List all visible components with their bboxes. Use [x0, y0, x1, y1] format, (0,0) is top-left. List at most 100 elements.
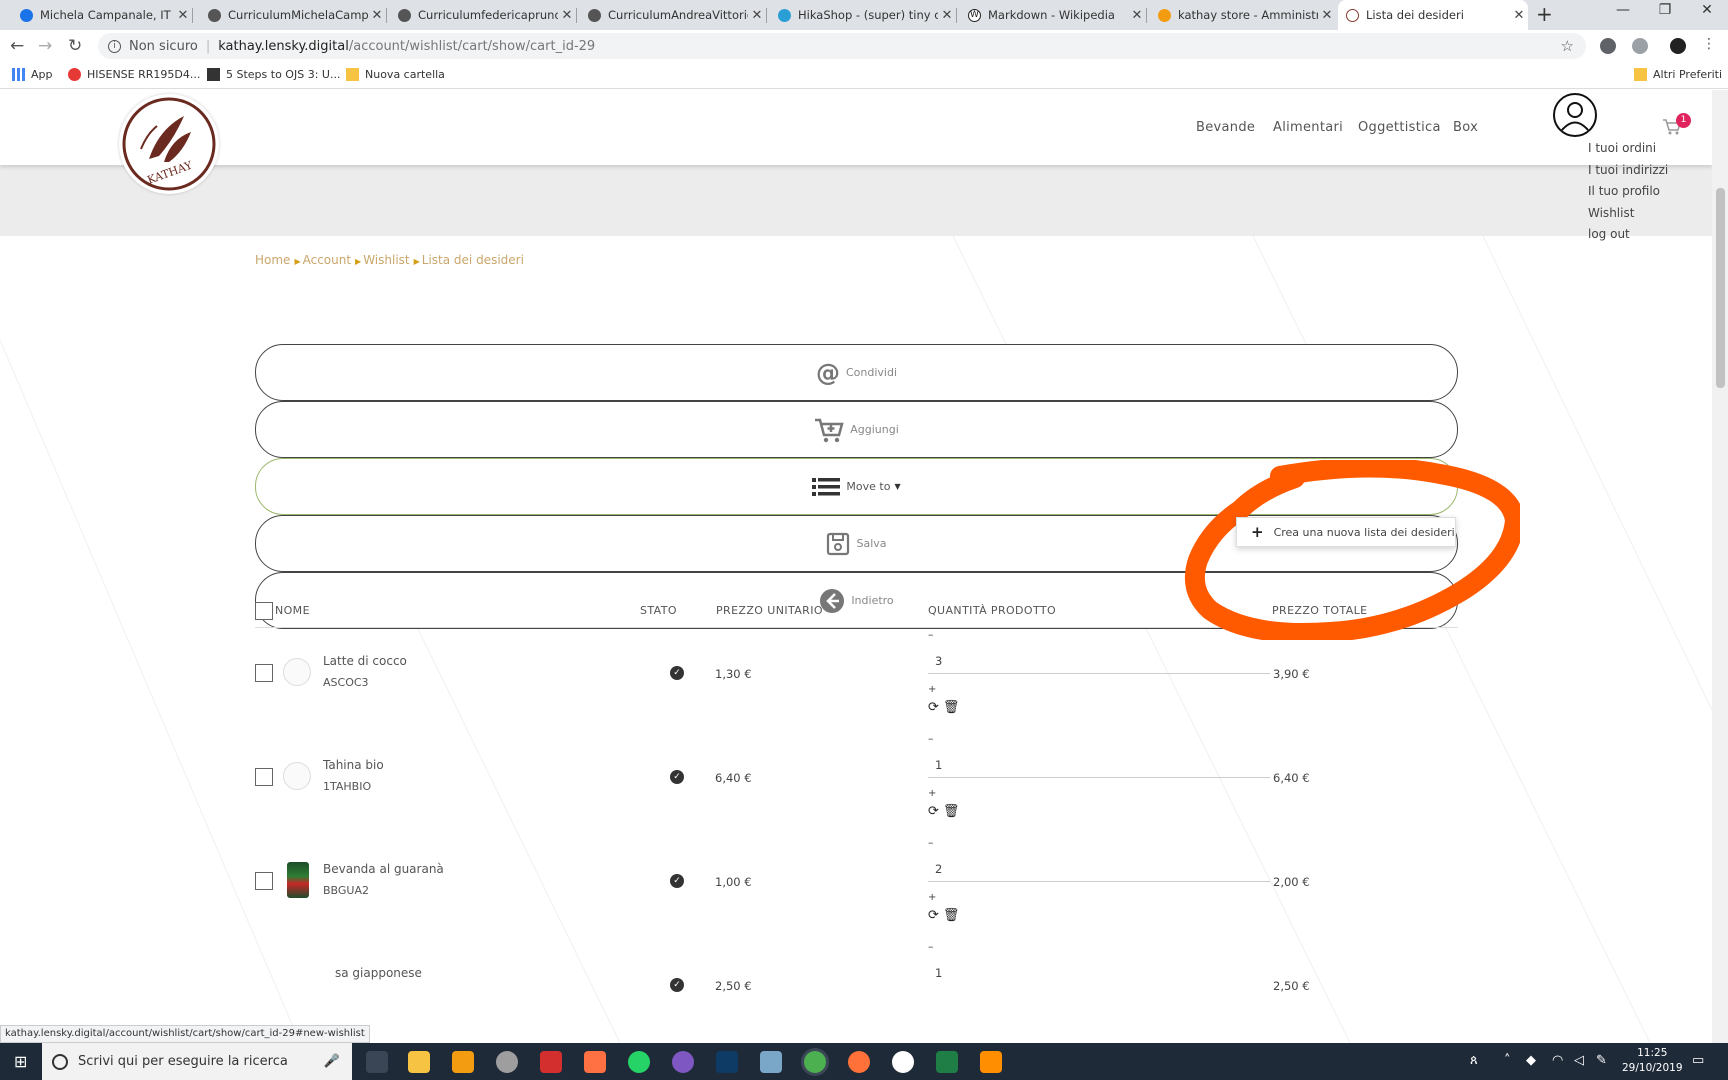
- menu-item-logout[interactable]: log out: [1588, 224, 1668, 246]
- file-explorer-icon[interactable]: [408, 1051, 430, 1073]
- wifi-icon[interactable]: ◠: [1552, 1053, 1563, 1068]
- product-name[interactable]: sa giapponese: [335, 966, 422, 980]
- menu-dots-icon[interactable]: ⋮: [1702, 36, 1716, 52]
- people-icon[interactable]: ጰ: [1470, 1053, 1478, 1068]
- notification-icon[interactable]: ▭: [1692, 1053, 1704, 1068]
- browser-tab[interactable]: Michela Campanale, IT - De ✕: [12, 0, 193, 30]
- qty-increase-button[interactable]: +: [928, 788, 936, 799]
- user-account-icon[interactable]: [1553, 93, 1597, 137]
- browser-tab[interactable]: HikaShop - (super) tiny con ✕: [770, 0, 957, 30]
- new-tab-button[interactable]: +: [1536, 2, 1553, 26]
- qty-increase-button[interactable]: +: [928, 684, 936, 695]
- chrome-icon[interactable]: [804, 1051, 826, 1073]
- trash-icon[interactable]: 🗑: [943, 908, 960, 923]
- close-icon[interactable]: ✕: [368, 8, 386, 23]
- bookmark-star-icon[interactable]: ☆: [1561, 37, 1574, 55]
- qty-increase-button[interactable]: +: [928, 892, 936, 903]
- back-arrow-icon[interactable]: ←: [10, 36, 24, 56]
- chevron-up-icon[interactable]: ˄: [1504, 1053, 1511, 1068]
- add-button[interactable]: Aggiungi: [255, 401, 1458, 458]
- address-bar[interactable]: i Non sicuro | kathay.lensky.digital /ac…: [98, 33, 1586, 59]
- bookmark-apps[interactable]: App: [12, 68, 53, 81]
- app-icon[interactable]: [980, 1051, 1002, 1073]
- product-thumbnail[interactable]: [283, 658, 311, 686]
- row-checkbox[interactable]: [255, 664, 273, 682]
- profile-avatar-icon[interactable]: [1670, 38, 1686, 54]
- firefox-icon[interactable]: [848, 1051, 870, 1073]
- bookmark-ojs[interactable]: 5 Steps to OJS 3: U...: [207, 68, 340, 81]
- excel-icon[interactable]: [936, 1051, 958, 1073]
- row-checkbox[interactable]: [255, 872, 273, 890]
- product-name[interactable]: Tahina bio: [323, 758, 384, 772]
- qty-input[interactable]: 3: [935, 654, 942, 668]
- photoshop-icon[interactable]: [716, 1051, 738, 1073]
- nav-oggettistica[interactable]: Oggettistica: [1358, 120, 1441, 135]
- product-name[interactable]: Latte di cocco: [323, 654, 407, 668]
- browser-tab[interactable]: CurriculumAndreaVittorio.p ✕: [580, 0, 767, 30]
- qty-input[interactable]: 1: [935, 966, 942, 980]
- acrobat-icon[interactable]: [540, 1051, 562, 1073]
- menu-item-wishlist[interactable]: Wishlist: [1588, 203, 1668, 225]
- volume-icon[interactable]: ◁: [1574, 1053, 1584, 1068]
- microphone-icon[interactable]: 🎤: [324, 1054, 340, 1069]
- close-icon[interactable]: ✕: [1510, 8, 1528, 23]
- browser-tab[interactable]: W Markdown - Wikipedia ✕: [960, 0, 1147, 30]
- whatsapp-icon[interactable]: [628, 1051, 650, 1073]
- row-checkbox[interactable]: [255, 768, 273, 786]
- app-icon[interactable]: [496, 1051, 518, 1073]
- task-view-icon[interactable]: [366, 1051, 388, 1073]
- outlook-icon[interactable]: [452, 1051, 474, 1073]
- kathay-logo[interactable]: KATHAY: [119, 94, 219, 194]
- qty-decrease-button[interactable]: –: [928, 940, 934, 953]
- bookmark-other[interactable]: Altri Preferiti: [1634, 68, 1722, 81]
- new-wishlist-menu-item[interactable]: + Crea una nuova lista dei desideri: [1236, 517, 1456, 547]
- close-icon[interactable]: ✕: [558, 8, 576, 23]
- skype-icon[interactable]: [672, 1051, 694, 1073]
- extension-icon[interactable]: [1632, 38, 1648, 54]
- menu-item-orders[interactable]: I tuoi ordini: [1588, 138, 1668, 160]
- taskbar-search[interactable]: Scrivi qui per eseguire la ricerca 🎤: [42, 1043, 352, 1080]
- windows-start-icon[interactable]: ⊞: [14, 1052, 27, 1071]
- product-name[interactable]: Bevanda al guaranà: [323, 862, 444, 876]
- share-button[interactable]: @ Condividi: [255, 344, 1458, 401]
- reload-icon[interactable]: ↻: [68, 36, 82, 56]
- trash-icon[interactable]: 🗑: [943, 804, 960, 819]
- bookmark-hisense[interactable]: HISENSE RR195D4...: [68, 68, 200, 81]
- nav-box[interactable]: Box: [1453, 120, 1478, 135]
- nav-alimentari[interactable]: Alimentari: [1273, 120, 1343, 135]
- extension-icon[interactable]: [1600, 38, 1616, 54]
- menu-item-addresses[interactable]: I tuoi indirizzi: [1588, 160, 1668, 182]
- close-icon[interactable]: ✕: [748, 8, 766, 23]
- close-window-button[interactable]: ✕: [1684, 2, 1728, 18]
- browser-tab-active[interactable]: Lista dei desideri ✕: [1338, 0, 1528, 30]
- refresh-icon[interactable]: ⟳: [928, 804, 939, 819]
- product-thumbnail[interactable]: [287, 862, 309, 898]
- dropbox-icon[interactable]: ◆: [1526, 1053, 1536, 1068]
- menu-item-profile[interactable]: Il tuo profilo: [1588, 181, 1668, 203]
- product-thumbnail[interactable]: [283, 762, 311, 790]
- browser-tab[interactable]: kathay store - Amministrazi ✕: [1150, 0, 1336, 30]
- qty-decrease-button[interactable]: –: [928, 628, 934, 641]
- close-icon[interactable]: ✕: [174, 8, 192, 23]
- nav-bevande[interactable]: Bevande: [1196, 120, 1255, 135]
- breadcrumb-home[interactable]: Home: [255, 253, 290, 267]
- minimize-button[interactable]: —: [1600, 2, 1646, 18]
- breadcrumb-account[interactable]: Account: [303, 253, 351, 267]
- forward-arrow-icon[interactable]: →: [38, 36, 52, 56]
- pen-icon[interactable]: ✎: [1596, 1053, 1607, 1068]
- app-icon[interactable]: [584, 1051, 606, 1073]
- qty-decrease-button[interactable]: –: [928, 836, 934, 849]
- app-icon[interactable]: [760, 1051, 782, 1073]
- app-icon[interactable]: [892, 1051, 914, 1073]
- close-icon[interactable]: ✕: [938, 8, 956, 23]
- close-icon[interactable]: ✕: [1128, 8, 1146, 23]
- close-icon[interactable]: ✕: [1318, 8, 1336, 23]
- trash-icon[interactable]: 🗑: [943, 700, 960, 715]
- select-all-checkbox[interactable]: [255, 602, 273, 620]
- system-clock[interactable]: 11:25 29/10/2019: [1622, 1046, 1683, 1076]
- browser-tab[interactable]: CurriculumMichelaCampana ✕: [200, 0, 387, 30]
- bookmark-folder[interactable]: Nuova cartella: [346, 68, 445, 81]
- browser-tab[interactable]: Curriculumfedericaprunotto ✕: [390, 0, 577, 30]
- scrollbar-thumb[interactable]: [1716, 188, 1725, 388]
- refresh-icon[interactable]: ⟳: [928, 908, 939, 923]
